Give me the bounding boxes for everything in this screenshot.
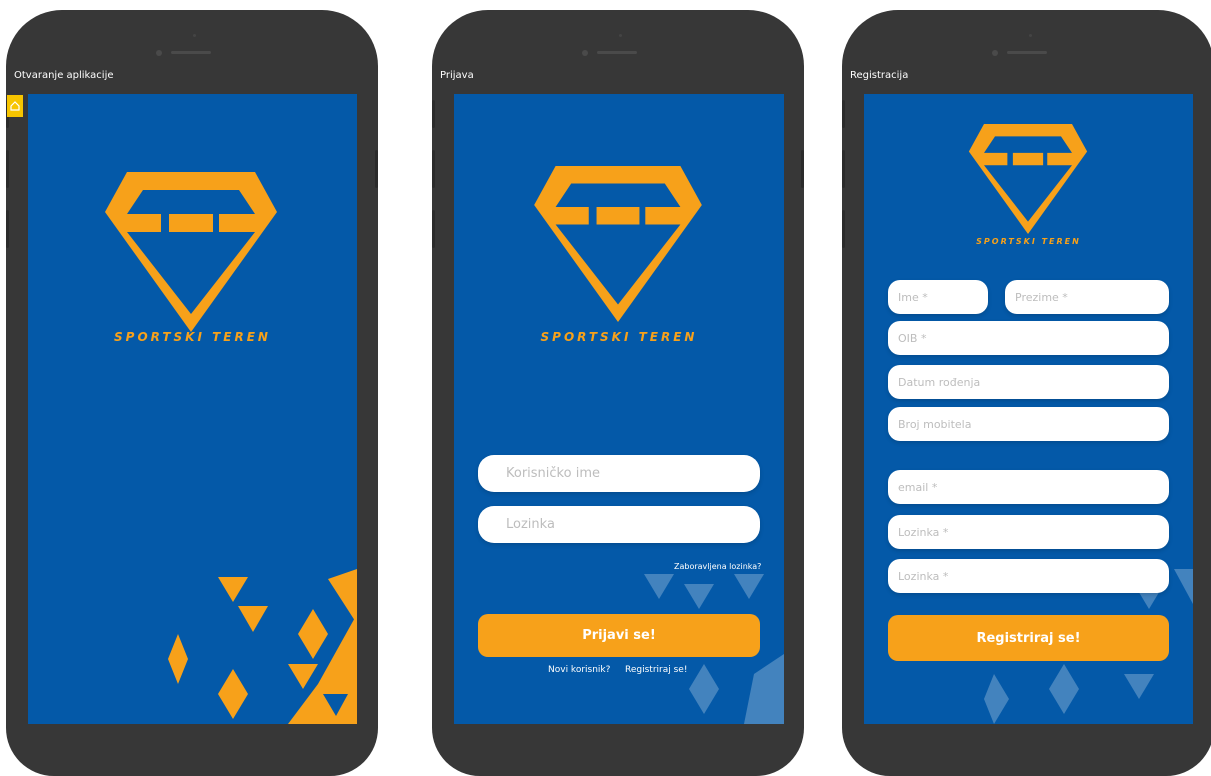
- register-link[interactable]: Registriraj se!: [625, 665, 687, 675]
- username-input[interactable]: [478, 455, 760, 492]
- splash-screen: SPORTSKI TEREN: [28, 94, 357, 724]
- home-icon[interactable]: [7, 95, 23, 117]
- brand-text: SPORTSKI TEREN: [540, 330, 698, 344]
- sportski-teren-logo: [968, 124, 1088, 234]
- phone-camera: [582, 50, 588, 56]
- login-button[interactable]: Prijavi se!: [478, 614, 760, 657]
- phone-camera-dot: [1029, 34, 1032, 37]
- phone-speaker: [597, 51, 637, 54]
- last-name-input[interactable]: [1005, 280, 1169, 314]
- phone-side-button: [375, 150, 378, 188]
- new-user-text: Novi korisnik?: [548, 665, 611, 675]
- phone-input[interactable]: [888, 407, 1169, 441]
- password-input[interactable]: [478, 506, 760, 543]
- phone-camera-dot: [619, 34, 622, 37]
- brand-text: SPORTSKI TEREN: [114, 330, 271, 344]
- login-screen: SPORTSKI TEREN Zaboravljena lozinka? Pri…: [454, 94, 784, 724]
- phone-side-button: [842, 100, 845, 128]
- birth-date-input[interactable]: [888, 365, 1169, 399]
- phone-side-button: [6, 150, 9, 188]
- decorative-triangles: [168, 569, 357, 724]
- oib-input[interactable]: [888, 321, 1169, 355]
- phone-speaker: [1007, 51, 1047, 54]
- password-input[interactable]: [888, 515, 1169, 549]
- forgot-password-link[interactable]: Zaboravljena lozinka?: [674, 562, 761, 571]
- phone-side-button: [842, 210, 845, 248]
- phone-camera: [156, 50, 162, 56]
- brand-text: SPORTSKI TEREN: [976, 237, 1081, 246]
- register-button[interactable]: Registriraj se!: [888, 615, 1169, 661]
- password-confirm-input[interactable]: [888, 559, 1169, 593]
- screen-title-opening: Otvaranje aplikacije: [14, 70, 114, 81]
- phone-side-button: [432, 150, 435, 188]
- phone-camera: [992, 50, 998, 56]
- register-screen: SPORTSKI TEREN Registriraj se!: [864, 94, 1193, 724]
- phone-side-button: [842, 150, 845, 188]
- screen-title-login: Prijava: [440, 70, 474, 81]
- phone-side-button: [432, 100, 435, 128]
- phone-side-button: [432, 210, 435, 248]
- phone-side-button: [801, 150, 804, 188]
- email-input[interactable]: [888, 470, 1169, 504]
- screen-title-register: Registracija: [850, 70, 909, 81]
- phone-camera-dot: [193, 34, 196, 37]
- sportski-teren-logo: [105, 172, 277, 332]
- phone-speaker: [171, 51, 211, 54]
- sportski-teren-logo: [534, 166, 702, 322]
- first-name-input[interactable]: [888, 280, 988, 314]
- phone-side-button: [6, 210, 9, 248]
